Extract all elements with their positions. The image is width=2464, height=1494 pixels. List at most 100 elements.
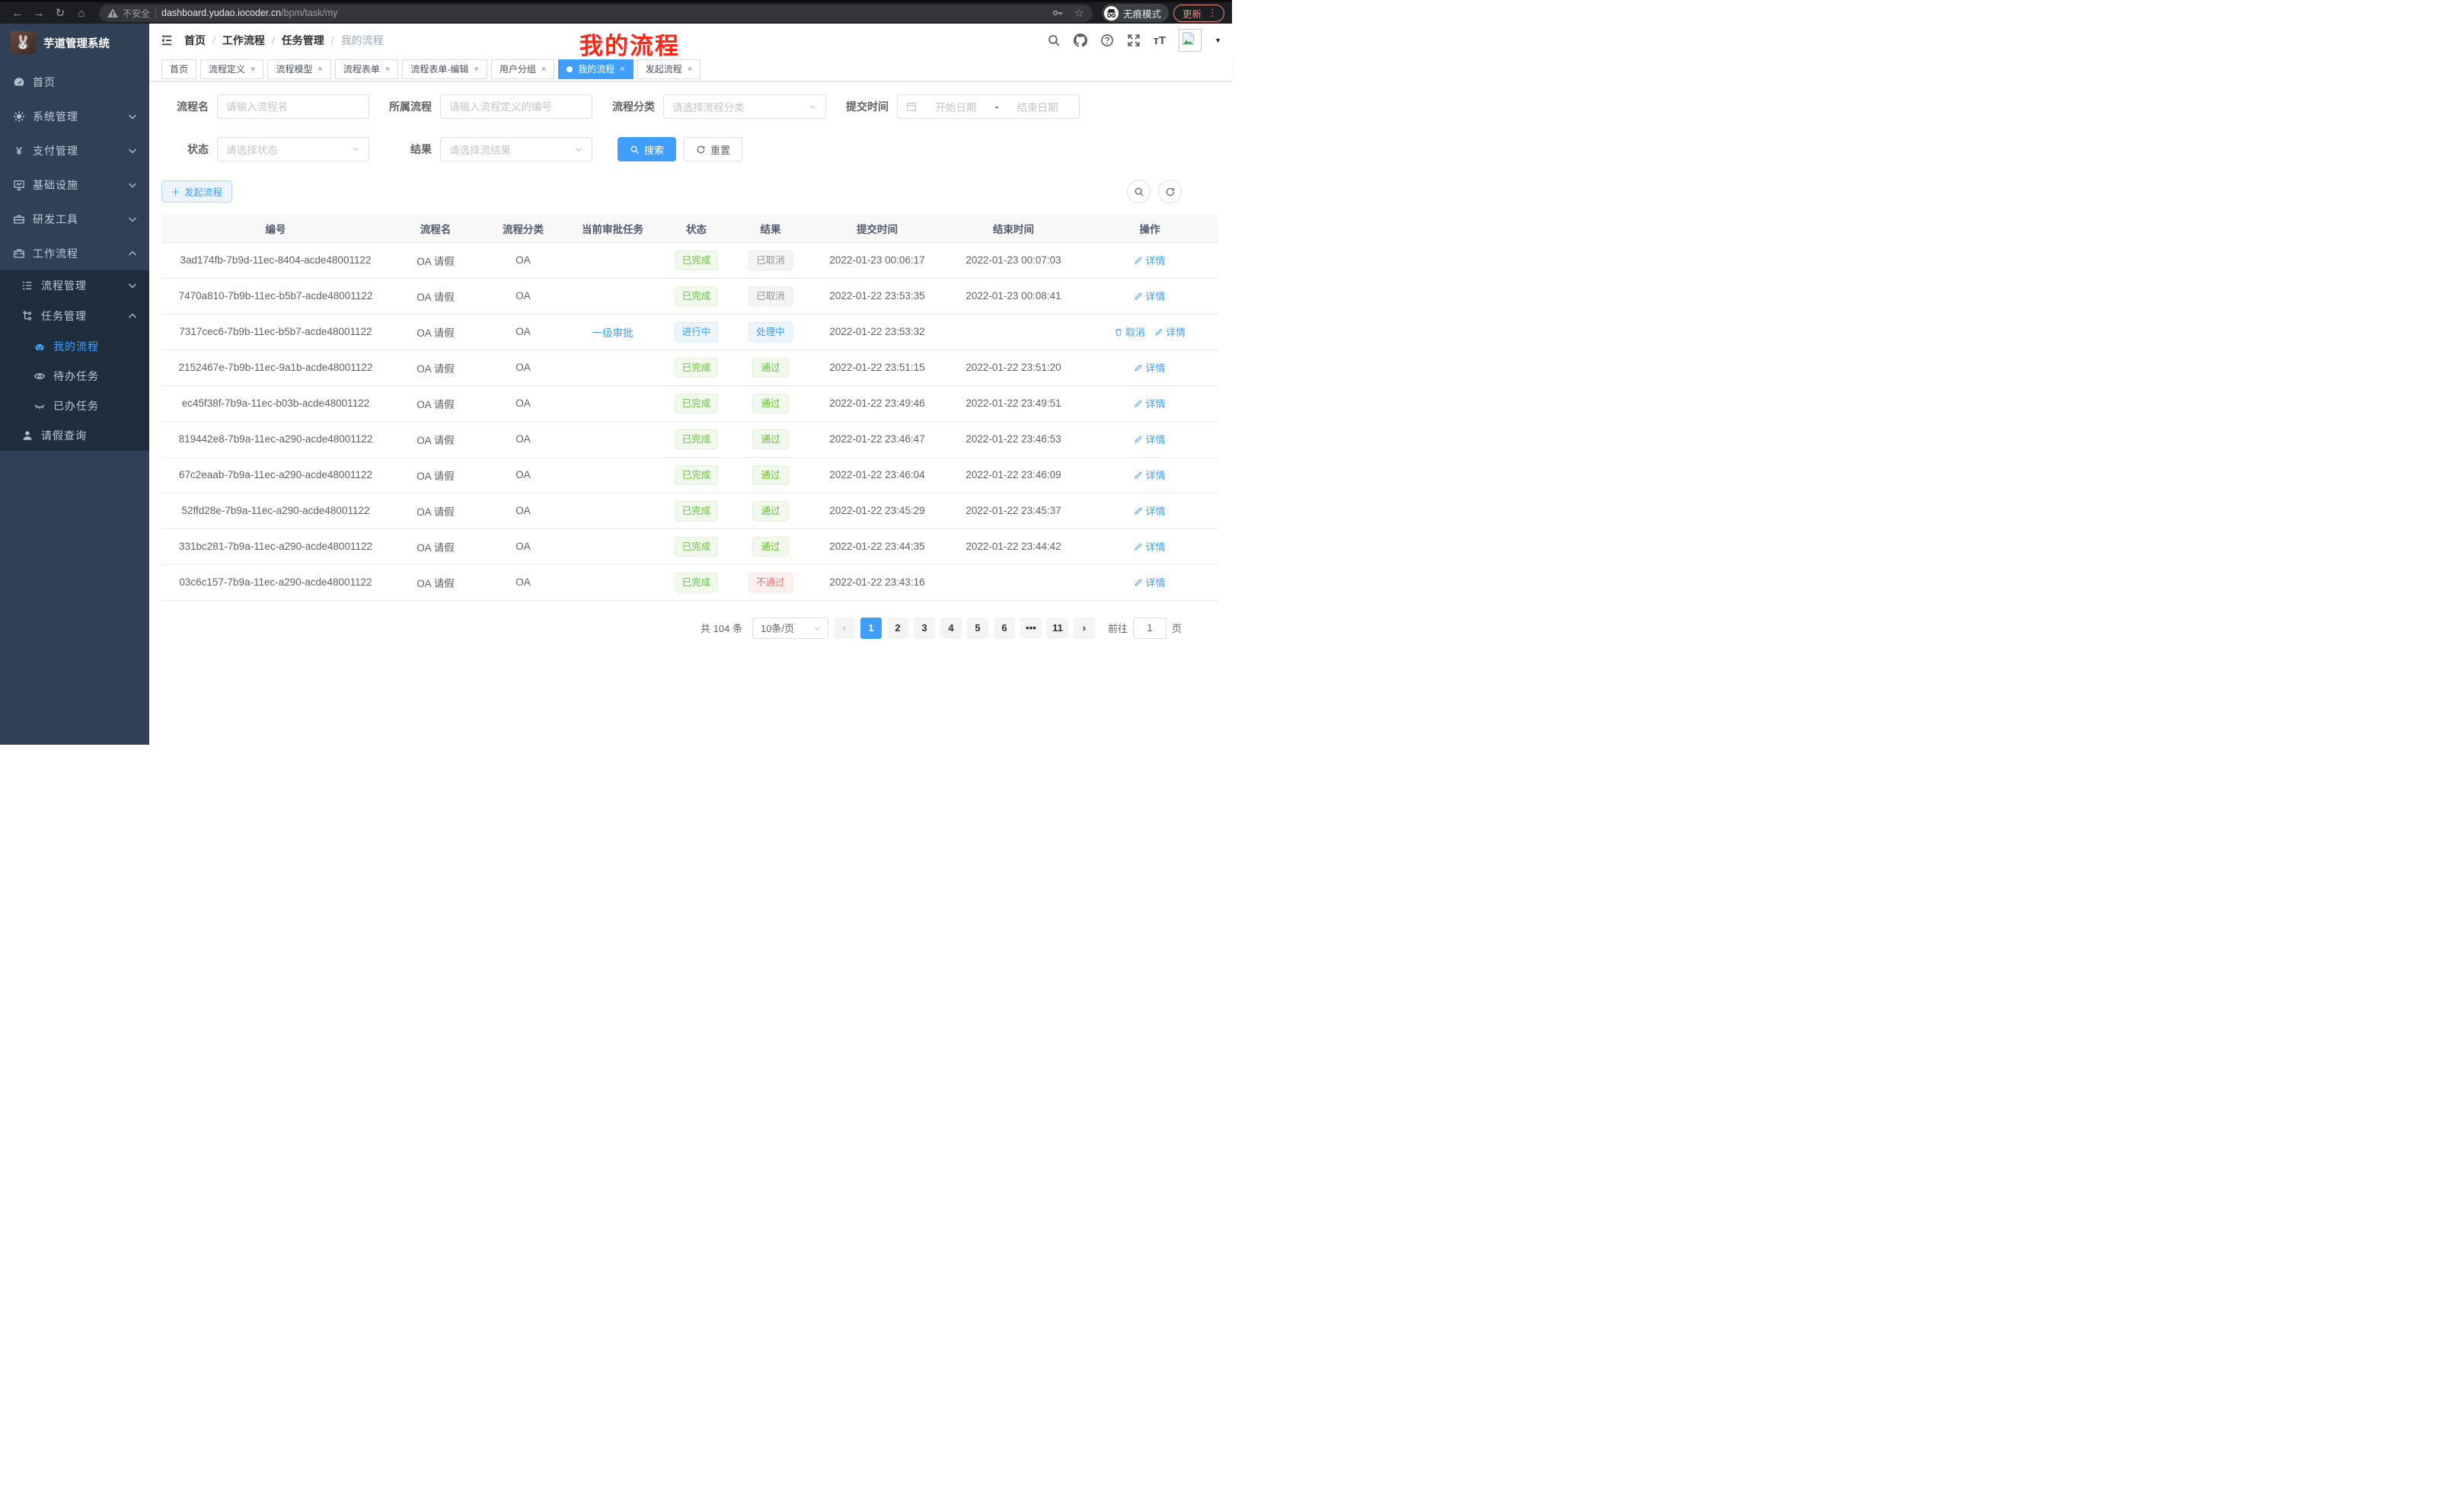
tab-process-model[interactable]: 流程模型× — [267, 59, 330, 79]
tab-process-form[interactable]: 流程表单× — [335, 59, 398, 79]
page-button-3[interactable]: 3 — [914, 618, 935, 639]
key-icon[interactable] — [1052, 7, 1064, 19]
tab-start-process[interactable]: 发起流程× — [637, 59, 701, 79]
svg-text:¥: ¥ — [16, 145, 22, 157]
page-size-select[interactable]: 10条/页 — [752, 618, 828, 639]
browser-home-icon[interactable]: ⌂ — [73, 7, 90, 20]
detail-link[interactable]: 详情 — [1134, 503, 1165, 518]
app-logo-row[interactable]: 🐰 芋道管理系统 — [0, 24, 149, 60]
current-task-link[interactable]: 一级审批 — [592, 327, 634, 339]
breadcrumb-item[interactable]: 首页 — [184, 33, 206, 48]
sidebar-item-dev-tools[interactable]: 研发工具 — [0, 202, 149, 236]
sidebar-item-leave-query[interactable]: 请假查询 — [0, 420, 149, 451]
page-button-6[interactable]: 6 — [994, 618, 1015, 639]
sidebar-item-done-tasks[interactable]: 已办任务 — [0, 391, 149, 420]
address-bar[interactable]: 不安全 dashboard.yudao.iocoder.cn/bpm/task/… — [99, 5, 1093, 22]
column-header: 编号 — [161, 215, 390, 242]
result-badge: 已取消 — [748, 251, 793, 270]
goto-page-input[interactable] — [1133, 618, 1167, 639]
browser-back-icon[interactable]: ← — [9, 7, 26, 20]
dashboard-icon — [13, 76, 25, 88]
detail-link[interactable]: 详情 — [1134, 539, 1165, 554]
tab-close-icon[interactable]: × — [688, 65, 692, 74]
page-button-1[interactable]: 1 — [860, 618, 882, 639]
submit-time-daterange[interactable]: 开始日期 - 结束日期 — [897, 94, 1080, 119]
cancel-link[interactable]: 取消 — [1114, 324, 1145, 339]
breadcrumb-item[interactable]: 工作流程 — [222, 33, 265, 48]
show-search-button[interactable] — [1127, 180, 1151, 203]
browser-reload-icon[interactable]: ↻ — [52, 6, 69, 20]
tab-close-icon[interactable]: × — [318, 65, 322, 74]
browser-update-button[interactable]: 更新 ⋮ — [1173, 5, 1224, 22]
sidebar-item-task-mgmt[interactable]: 任务管理 — [0, 301, 149, 331]
breadcrumb-item[interactable]: 任务管理 — [282, 33, 324, 48]
broken-image-icon — [1181, 31, 1195, 46]
next-page-button[interactable]: › — [1074, 618, 1095, 639]
avatar-caret-icon[interactable]: ▼ — [1214, 37, 1221, 44]
sidebar-item-payment-mgmt[interactable]: ¥支付管理 — [0, 133, 149, 168]
detail-link[interactable]: 详情 — [1134, 575, 1165, 589]
font-size-icon[interactable]: ᴛT — [1154, 34, 1167, 47]
edit-icon — [1134, 256, 1143, 265]
status-select[interactable]: 请选择状态 — [217, 137, 369, 161]
fullscreen-icon[interactable] — [1127, 34, 1141, 47]
sidebar-item-home[interactable]: 首页 — [0, 65, 149, 99]
detail-link[interactable]: 详情 — [1134, 396, 1165, 410]
refresh-circle-icon — [1165, 187, 1176, 197]
process-definition-input[interactable] — [449, 101, 583, 113]
cell-actions: 详情 — [1081, 493, 1218, 528]
search-button[interactable]: 搜索 — [618, 137, 676, 161]
security-warning-icon — [107, 7, 119, 19]
active-tab-dot — [567, 66, 573, 72]
sidebar-item-my-process[interactable]: 我的流程 — [0, 331, 149, 361]
tab-close-icon[interactable]: × — [251, 65, 255, 74]
bookmark-star-icon[interactable]: ☆ — [1073, 7, 1085, 19]
reset-button[interactable]: 重置 — [684, 137, 742, 161]
sidebar-item-workflow[interactable]: 工作流程 — [0, 236, 149, 270]
result-select[interactable]: 请选择流结果 — [440, 137, 592, 161]
cell-current-task — [565, 564, 660, 600]
sidebar-item-system-mgmt[interactable]: 系统管理 — [0, 99, 149, 133]
help-icon[interactable] — [1100, 34, 1114, 47]
browser-menu-dots-icon[interactable]: ⋮ — [1208, 7, 1218, 19]
process-name-input[interactable] — [226, 101, 360, 113]
tab-close-icon[interactable]: × — [385, 65, 390, 74]
start-process-button[interactable]: ＋ 发起流程 — [161, 180, 232, 203]
page-button-5[interactable]: 5 — [967, 618, 988, 639]
sidebar-item-todo-tasks[interactable]: 待办任务 — [0, 361, 149, 391]
sidebar-fold-icon[interactable] — [160, 34, 174, 47]
page-button-11[interactable]: 11 — [1047, 618, 1068, 639]
process-category-select[interactable]: 请选择流程分类 — [663, 94, 826, 119]
tab-close-icon[interactable]: × — [474, 65, 478, 74]
detail-link[interactable]: 详情 — [1134, 468, 1165, 482]
more-pages-button[interactable]: ••• — [1020, 618, 1042, 639]
trash-icon — [1114, 327, 1123, 337]
search-icon[interactable] — [1047, 34, 1061, 47]
tab-close-icon[interactable]: × — [620, 65, 624, 74]
cell-end-time — [946, 314, 1081, 350]
page-button-2[interactable]: 2 — [887, 618, 908, 639]
tab-process-definition[interactable]: 流程定义× — [200, 59, 263, 79]
sidebar-item-label: 已办任务 — [53, 398, 139, 413]
status-badge: 已完成 — [675, 394, 719, 413]
status-badge: 已完成 — [675, 573, 719, 592]
tab-process-form-edit[interactable]: 流程表单-编辑× — [402, 59, 487, 79]
avatar[interactable] — [1179, 29, 1202, 52]
page-button-4[interactable]: 4 — [940, 618, 962, 639]
refresh-button[interactable] — [1158, 180, 1182, 203]
detail-link[interactable]: 详情 — [1154, 324, 1186, 339]
sidebar-item-process-mgmt[interactable]: 流程管理 — [0, 270, 149, 301]
cell-submit-time: 2022-01-22 23:43:16 — [809, 564, 946, 600]
detail-link[interactable]: 详情 — [1134, 432, 1165, 446]
detail-link[interactable]: 详情 — [1134, 360, 1165, 375]
sidebar-item-infrastructure[interactable]: 基础设施 — [0, 168, 149, 202]
prev-page-button[interactable]: ‹ — [834, 618, 855, 639]
tab-my-process[interactable]: 我的流程× — [558, 59, 633, 79]
detail-link[interactable]: 详情 — [1134, 253, 1165, 267]
browser-forward-icon[interactable]: → — [30, 7, 47, 20]
tab-close-icon[interactable]: × — [541, 65, 546, 74]
tab-home[interactable]: 首页 — [161, 59, 196, 79]
github-icon[interactable] — [1074, 34, 1087, 47]
tab-user-group[interactable]: 用户分组× — [491, 59, 554, 79]
detail-link[interactable]: 详情 — [1134, 289, 1165, 303]
